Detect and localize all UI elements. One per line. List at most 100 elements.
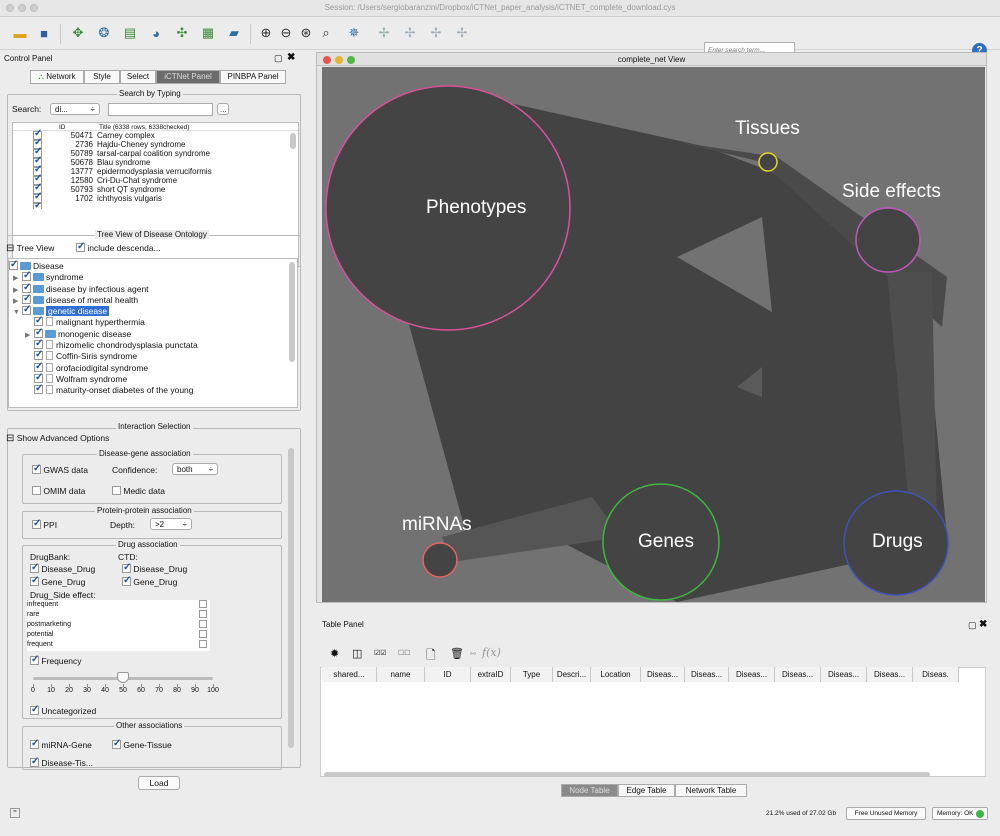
side-effect-item[interactable]: potential xyxy=(27,630,210,640)
table-column-header[interactable]: Diseas... xyxy=(641,667,685,682)
tree-item[interactable]: Disease xyxy=(9,259,297,272)
save-session-icon[interactable]: ■ xyxy=(34,23,54,43)
interaction-scrollbar[interactable] xyxy=(288,448,294,748)
tab-node-table[interactable]: Node Table xyxy=(561,784,618,797)
drugbank-disease-drug-checkbox[interactable]: Disease_Drug xyxy=(30,562,95,574)
table-column-header[interactable]: shared... xyxy=(322,667,377,682)
side-effect-item[interactable]: infrequent xyxy=(27,600,210,610)
row-checkbox[interactable] xyxy=(33,192,42,203)
disease-tissue-checkbox[interactable]: Disease-Tis... xyxy=(30,756,93,768)
side-effect-item[interactable]: frequent xyxy=(27,640,210,650)
close-panel-icon[interactable]: ✖ xyxy=(287,52,295,63)
hide-selected-icon[interactable]: ✢ xyxy=(426,23,446,43)
disease-list-row[interactable]: 50678 Blau syndrome xyxy=(13,156,298,167)
task-history-icon[interactable]: ≈ xyxy=(10,808,20,818)
tree-item[interactable]: rhizomelic chondrodysplasia punctata xyxy=(9,338,297,351)
table-column-header[interactable]: Descri... xyxy=(553,667,591,682)
export-table-icon[interactable]: ▦ xyxy=(198,23,218,43)
disease-list-row[interactable]: 12580 Cri-Du-Chat syndrome xyxy=(13,174,298,185)
tree-checkbox[interactable] xyxy=(34,315,43,327)
link-table-icon[interactable]: ⚯ xyxy=(470,650,476,658)
function-builder-icon[interactable]: f(x) xyxy=(482,646,501,659)
tab-network-table[interactable]: Network Table xyxy=(675,784,747,797)
apply-layout-icon[interactable]: ✵ xyxy=(344,23,364,43)
omim-checkbox[interactable]: OMIM data xyxy=(32,486,85,496)
zoom-fit-icon[interactable]: ⌕ xyxy=(316,23,336,43)
medic-checkbox[interactable]: Medic data xyxy=(112,486,165,496)
close-table-icon[interactable]: ✖ xyxy=(979,619,987,630)
minimize-view-button[interactable] xyxy=(335,56,343,64)
tab-style[interactable]: Style xyxy=(84,70,120,84)
disease-list-row[interactable]: 50793 short QT syndrome xyxy=(13,183,298,194)
tab-pinbpa-panel[interactable]: PINBPA Panel xyxy=(220,70,286,84)
table-column-header[interactable]: Diseas... xyxy=(685,667,729,682)
export-image-icon[interactable]: ▰ xyxy=(224,23,244,43)
show-all-icon[interactable]: ✢ xyxy=(452,23,472,43)
tree-item[interactable]: ▶disease by infectious agent xyxy=(9,282,297,295)
tree-item[interactable]: ▶disease of mental health xyxy=(9,293,297,306)
tree-item[interactable]: ▶monogenic disease xyxy=(9,327,297,340)
frequency-checkbox[interactable]: Frequency xyxy=(30,654,82,666)
gwas-checkbox[interactable]: GWAS data xyxy=(32,463,88,475)
uncategorized-checkbox[interactable]: Uncategorized xyxy=(30,704,96,716)
table-column-header[interactable]: Diseas... xyxy=(729,667,775,682)
side-effect-checkbox[interactable] xyxy=(199,600,207,608)
gene-tissue-checkbox[interactable]: Gene-Tissue xyxy=(112,738,172,750)
tree-checkbox[interactable] xyxy=(34,349,43,361)
close-view-button[interactable] xyxy=(323,56,331,64)
disease-tree-scrollbar[interactable] xyxy=(289,262,295,362)
tree-checkbox[interactable] xyxy=(34,372,43,383)
browse-button[interactable]: ... xyxy=(217,103,229,115)
disease-list-row[interactable]: 13777 epidermodysplasia verruciformis xyxy=(13,165,298,176)
delete-column-icon[interactable]: 🗑 xyxy=(450,647,464,660)
new-network-edges-icon[interactable]: ✢ xyxy=(400,23,420,43)
ppi-checkbox[interactable]: PPI xyxy=(32,518,57,530)
table-column-header[interactable]: Type xyxy=(511,667,553,682)
search-text-field[interactable] xyxy=(108,103,213,116)
tree-checkbox[interactable] xyxy=(22,282,31,293)
show-advanced-toggle[interactable]: ⊟ Show Advanced Options xyxy=(6,433,109,444)
zoom-in-icon[interactable]: ⊕ xyxy=(256,23,276,43)
disease-list-row[interactable]: 1702 ichthyosis vulgaris xyxy=(13,192,298,203)
import-network-url-icon[interactable]: ❂ xyxy=(94,23,114,43)
disease-list-scrollbar[interactable] xyxy=(290,133,296,149)
side-effect-item[interactable]: rare xyxy=(27,610,210,620)
tree-item[interactable]: ▶syndrome xyxy=(9,270,297,283)
table-column-header[interactable]: Diseas. xyxy=(913,667,959,682)
side-effect-checkbox[interactable] xyxy=(199,610,207,618)
table-column-header[interactable]: Location xyxy=(591,667,641,682)
tree-item[interactable]: malignant hyperthermia xyxy=(9,315,297,328)
memory-status-button[interactable]: Memory: OK xyxy=(932,807,988,820)
slider-thumb[interactable] xyxy=(117,672,129,683)
network-canvas[interactable]: Phenotypes Tissues Side effects miRNAs G… xyxy=(322,67,985,602)
table-column-header[interactable]: Diseas... xyxy=(821,667,867,682)
table-column-header[interactable]: Diseas... xyxy=(775,667,821,682)
tree-checkbox[interactable] xyxy=(34,327,43,338)
disease-list-row[interactable]: 50789 tarsal-carpal coalition syndrome xyxy=(13,147,298,158)
table-column-header[interactable]: extraID xyxy=(471,667,511,682)
tree-item[interactable]: Coffin-Siris syndrome xyxy=(9,349,297,362)
zoom-selected-icon[interactable]: ⊛ xyxy=(296,23,316,43)
side-effect-item[interactable]: postmarketing xyxy=(27,620,210,630)
load-button[interactable]: Load xyxy=(138,776,180,790)
disease-list-row[interactable]: 50471 Carney complex xyxy=(13,129,298,140)
tab-select[interactable]: Select xyxy=(120,70,156,84)
deselect-columns-icon[interactable]: ☐☐ xyxy=(398,649,411,657)
tree-item[interactable]: orofaciodigital syndrome xyxy=(9,361,297,374)
tree-checkbox[interactable] xyxy=(22,304,31,316)
include-descendants-checkbox[interactable]: include descenda... xyxy=(76,241,161,253)
open-session-icon[interactable]: ▬ xyxy=(10,23,30,43)
tree-item[interactable]: Wolfram syndrome xyxy=(9,372,297,385)
table-column-header[interactable]: ID xyxy=(425,667,471,682)
side-effect-checkbox[interactable] xyxy=(199,640,207,648)
side-effect-checkbox[interactable] xyxy=(199,630,207,638)
mirna-gene-checkbox[interactable]: miRNA-Gene xyxy=(30,738,92,750)
tab-network[interactable]: ⛬ Network xyxy=(30,70,84,84)
export-network-icon[interactable]: ✣ xyxy=(172,23,192,43)
zoom-out-icon[interactable]: ⊖ xyxy=(276,23,296,43)
maximize-view-button[interactable] xyxy=(347,56,355,64)
tree-checkbox[interactable] xyxy=(22,293,31,304)
frequency-slider[interactable]: 0 10 20 30 40 50 60 70 80 90 100 xyxy=(31,672,219,694)
table-column-header[interactable]: Diseas... xyxy=(867,667,913,682)
tree-checkbox[interactable] xyxy=(9,259,18,270)
